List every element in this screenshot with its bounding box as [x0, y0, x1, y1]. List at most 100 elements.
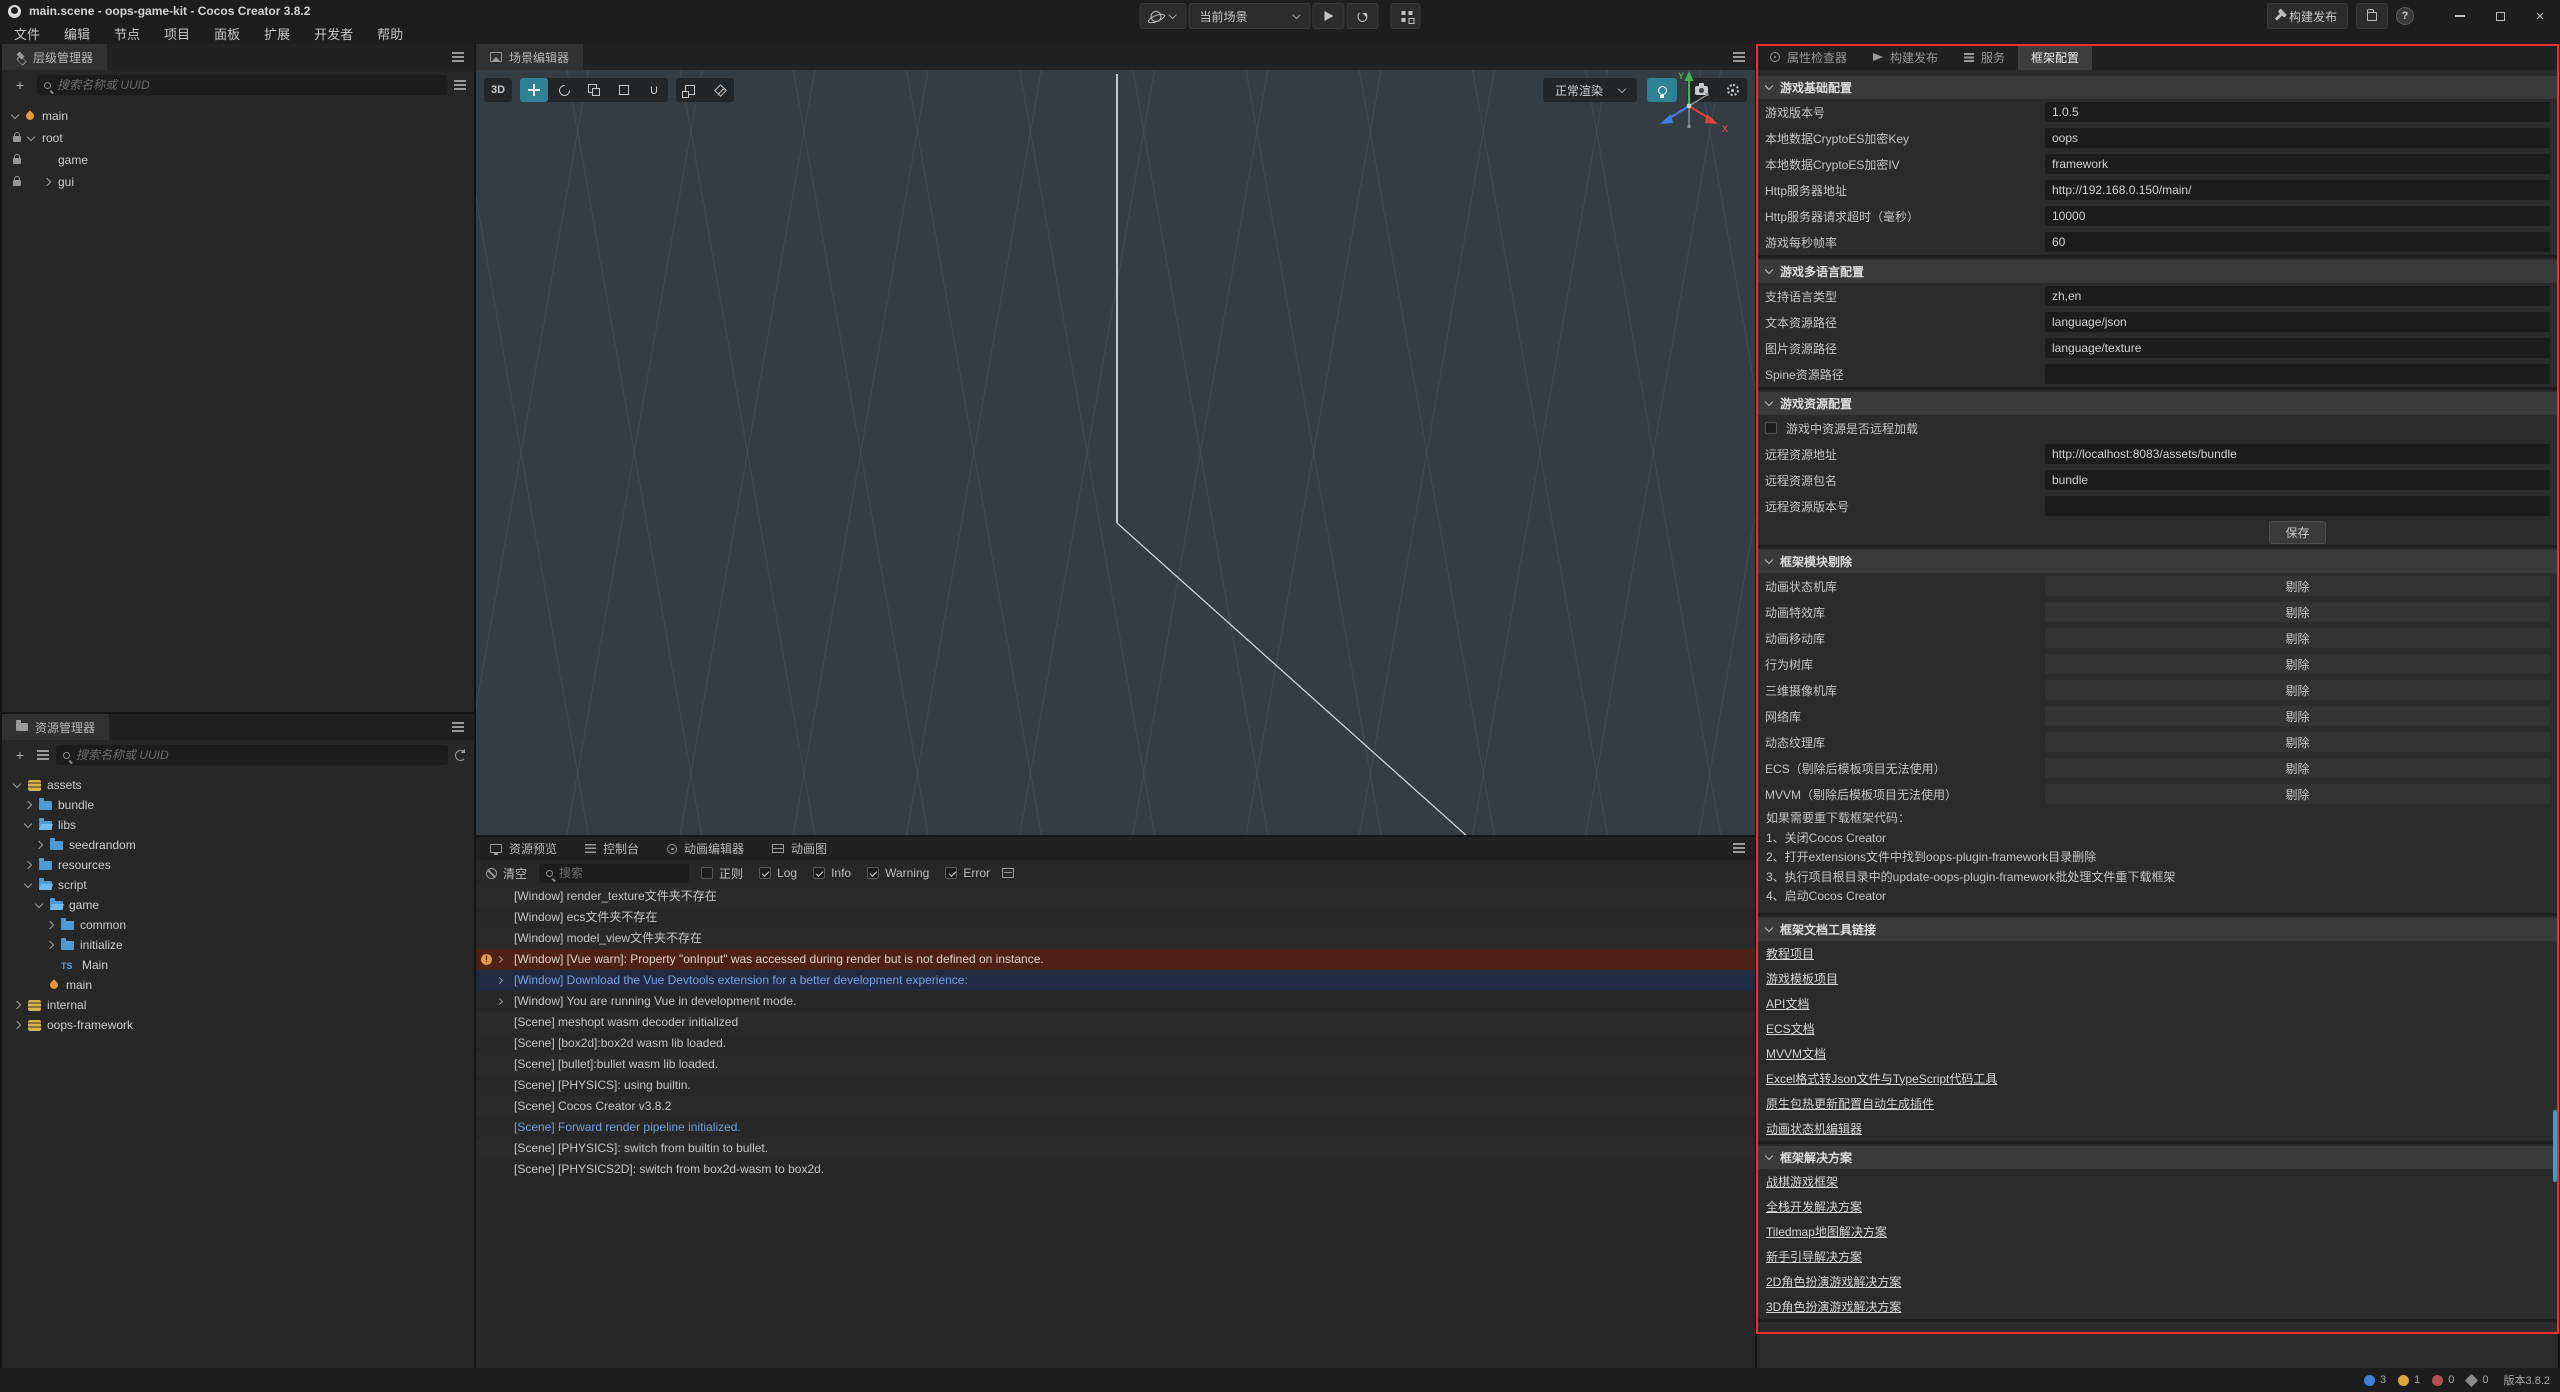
inspector-tab[interactable]: 框架配置	[2018, 44, 2092, 70]
expand-chevron-icon[interactable]	[24, 879, 32, 887]
log-row[interactable]: [Scene] Forward render pipeline initiali…	[476, 1117, 1755, 1138]
dimension-toggle-button[interactable]: 3D	[484, 78, 512, 102]
doc-link[interactable]: ECS文档	[1766, 1020, 1815, 1037]
hierarchy-node-row[interactable]: root	[2, 127, 474, 149]
expand-chevron-icon[interactable]	[24, 861, 32, 869]
section-header[interactable]: 框架解决方案	[1757, 1146, 2558, 1169]
expand-chevron-icon[interactable]	[24, 819, 32, 827]
asset-node-row[interactable]: game	[2, 895, 474, 915]
menu-item[interactable]: 开发者	[302, 22, 365, 44]
asset-node-row[interactable]: Main	[2, 955, 474, 975]
console-search-input[interactable]	[559, 866, 682, 880]
log-row[interactable]: [Window] ecs文件夹不存在	[476, 907, 1755, 928]
status-count[interactable]: 1	[2398, 1374, 2420, 1386]
hierarchy-search[interactable]	[37, 75, 447, 95]
field-input[interactable]	[2045, 338, 2550, 358]
asset-node-row[interactable]: assets	[2, 775, 474, 795]
console-tab[interactable]: 资源预览	[476, 837, 571, 860]
tab-scene-editor[interactable]: 场景编辑器	[476, 44, 583, 70]
panel-menu-icon[interactable]	[452, 726, 464, 728]
field-input[interactable]	[2045, 128, 2550, 148]
remove-module-button[interactable]: 剔除	[2045, 732, 2550, 752]
remove-module-button[interactable]: 剔除	[2045, 628, 2550, 648]
solution-link[interactable]: 战棋游戏框架	[1766, 1173, 1838, 1190]
log-expand-icon[interactable]	[496, 977, 503, 984]
log-row[interactable]: [Scene] [PHYSICS2D]: switch from box2d-w…	[476, 1159, 1755, 1180]
log-row[interactable]: [Scene] [bullet]:bullet wasm lib loaded.	[476, 1054, 1755, 1075]
refresh-icon[interactable]	[455, 750, 466, 761]
expand-chevron-icon[interactable]	[35, 899, 43, 907]
panel-menu-icon[interactable]	[1733, 847, 1745, 849]
hierarchy-search-input[interactable]	[57, 78, 440, 92]
save-button[interactable]: 保存	[2269, 521, 2325, 544]
expand-chevron-icon[interactable]	[13, 1021, 21, 1029]
tab-hierarchy[interactable]: 层级管理器	[2, 44, 107, 70]
play-button[interactable]	[1313, 3, 1345, 29]
section-header[interactable]: 游戏多语言配置	[1757, 260, 2558, 283]
minimize-button[interactable]	[2444, 3, 2476, 29]
expand-chevron-icon[interactable]	[46, 921, 54, 929]
log-filter-checkbox[interactable]: Log	[759, 866, 797, 880]
expand-chevron-icon[interactable]	[27, 132, 35, 140]
log-row[interactable]: [Scene] meshopt wasm decoder initialized	[476, 1012, 1755, 1033]
status-count[interactable]: 0	[2432, 1374, 2454, 1386]
log-filter-checkbox[interactable]: Error	[945, 866, 990, 880]
solution-link[interactable]: 2D角色扮演游戏解决方案	[1766, 1273, 1901, 1290]
layout-button[interactable]	[1391, 3, 1421, 29]
assets-search[interactable]	[56, 745, 448, 765]
solution-link[interactable]: 新手引导解决方案	[1766, 1248, 1862, 1265]
doc-link[interactable]: 动画状态机编辑器	[1766, 1120, 1862, 1137]
field-input[interactable]	[2045, 286, 2550, 306]
asset-node-row[interactable]: internal	[2, 995, 474, 1015]
log-row[interactable]: [Scene] Cocos Creator v3.8.2	[476, 1096, 1755, 1117]
asset-node-row[interactable]: main	[2, 975, 474, 995]
build-publish-button[interactable]: 构建发布	[2267, 3, 2348, 29]
open-project-folder-button[interactable]	[2356, 3, 2388, 29]
panel-menu-icon[interactable]	[452, 56, 464, 58]
log-filter-checkbox[interactable]: Warning	[867, 866, 929, 880]
sort-icon[interactable]	[37, 750, 49, 760]
gizmo-space-button[interactable]	[640, 78, 668, 102]
menu-item[interactable]: 文件	[2, 22, 52, 44]
close-button[interactable]	[2524, 3, 2556, 29]
collapse-logs-icon[interactable]	[1002, 868, 1014, 878]
remove-module-button[interactable]: 剔除	[2045, 784, 2550, 804]
console-search[interactable]	[539, 864, 689, 883]
create-asset-button[interactable]: +	[10, 745, 30, 765]
log-row[interactable]: [Window] You are running Vue in developm…	[476, 991, 1755, 1012]
scene-select-dropdown[interactable]: 当前场景	[1189, 3, 1311, 29]
remove-module-button[interactable]: 剔除	[2045, 654, 2550, 674]
log-expand-icon[interactable]	[496, 956, 503, 963]
remove-module-button[interactable]: 剔除	[2045, 602, 2550, 622]
filter-icon[interactable]	[454, 80, 466, 90]
field-input[interactable]	[2045, 180, 2550, 200]
preview-target-dropdown[interactable]	[1140, 3, 1187, 29]
section-header[interactable]: 框架文档工具链接	[1757, 918, 2558, 941]
scale-tool-button[interactable]	[580, 78, 608, 102]
menu-item[interactable]: 项目	[152, 22, 202, 44]
console-tab[interactable]: 控制台	[571, 837, 653, 860]
doc-link[interactable]: 原生包热更新配置自动生成插件	[1766, 1095, 1934, 1112]
hierarchy-node-row[interactable]: game	[2, 149, 474, 171]
clear-console-button[interactable]: 清空	[486, 865, 527, 882]
doc-link[interactable]: MVVM文档	[1766, 1045, 1826, 1062]
field-input[interactable]	[2045, 470, 2550, 490]
asset-node-row[interactable]: script	[2, 875, 474, 895]
scene-viewport[interactable]: 3D 正常渲染	[476, 70, 1755, 835]
asset-node-row[interactable]: seedrandom	[2, 835, 474, 855]
remove-module-button[interactable]: 剔除	[2045, 706, 2550, 726]
menu-item[interactable]: 编辑	[52, 22, 102, 44]
doc-link[interactable]: API文档	[1766, 995, 1809, 1012]
field-input[interactable]	[2045, 444, 2550, 464]
snap-tool-button[interactable]	[676, 78, 704, 102]
hierarchy-node-row[interactable]: gui	[2, 171, 474, 193]
move-tool-button[interactable]	[520, 78, 548, 102]
section-header[interactable]: 游戏资源配置	[1757, 392, 2558, 415]
expand-chevron-icon[interactable]	[24, 801, 32, 809]
hierarchy-node-row[interactable]: main	[2, 105, 474, 127]
field-input[interactable]	[2045, 496, 2550, 516]
log-row[interactable]: [Window] [Vue warn]: Property "onInput" …	[476, 949, 1755, 970]
remote-load-checkbox[interactable]	[1765, 422, 1777, 434]
remove-module-button[interactable]: 剔除	[2045, 576, 2550, 596]
solution-link[interactable]: 全栈开发解决方案	[1766, 1198, 1862, 1215]
